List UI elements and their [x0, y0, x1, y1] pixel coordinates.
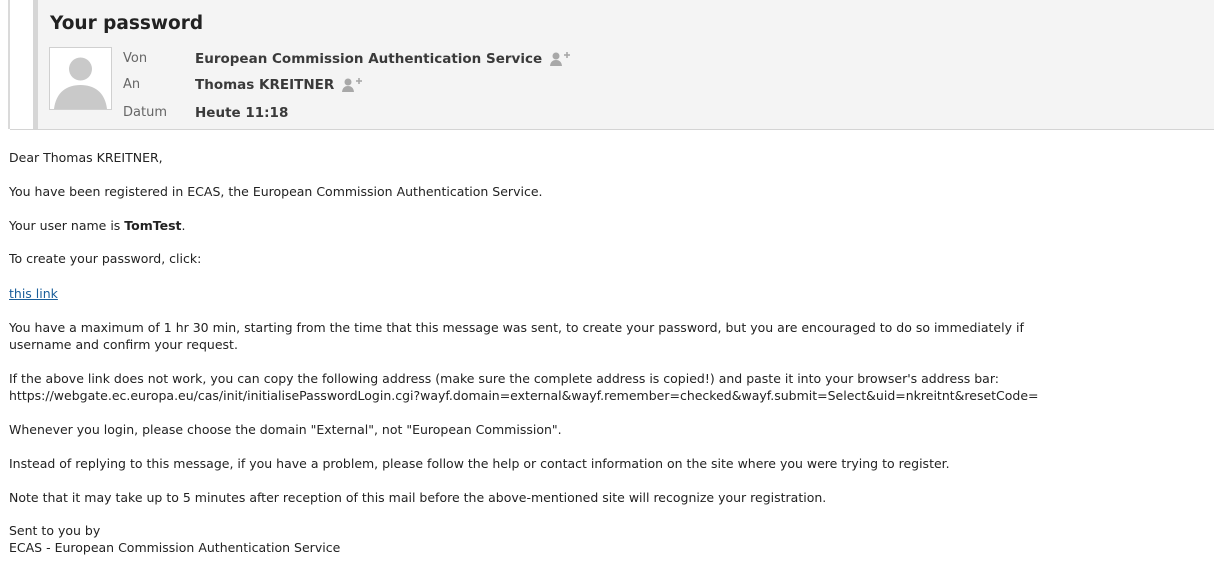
max-time-line-1: You have a maximum of 1 hr 30 min, start… [9, 320, 1024, 335]
left-rule [8, 0, 10, 129]
email-subject: Your password [50, 13, 204, 34]
to-field: Thomas KREITNER [195, 77, 363, 93]
email-header: Your password Von European Commission Au… [0, 0, 1214, 130]
username-prefix: Your user name is [9, 218, 125, 233]
add-contact-icon[interactable] [549, 51, 571, 67]
to-label: An [123, 77, 141, 92]
username: TomTest [124, 218, 182, 233]
signature: ECAS - European Commission Authenticatio… [9, 540, 341, 555]
create-password-prompt: To create your password, click: [9, 251, 202, 266]
create-password-link-line: this link [9, 286, 58, 301]
registered-text: You have been registered in ECAS, the Eu… [9, 184, 543, 199]
copy-address-instruction: If the above link does not work, you can… [9, 371, 999, 386]
email-body: Dear Thomas KREITNER, You have been regi… [9, 130, 1214, 576]
recipient-name[interactable]: Thomas KREITNER [195, 77, 334, 93]
create-password-link[interactable]: this link [9, 286, 58, 301]
email-view: Your password Von European Commission Au… [0, 0, 1214, 576]
add-contact-icon[interactable] [341, 77, 363, 93]
username-line: Your user name is TomTest. [9, 218, 186, 233]
username-suffix: . [181, 218, 186, 233]
sender-name[interactable]: European Commission Authentication Servi… [195, 51, 542, 67]
password-reset-url[interactable]: https://webgate.ec.europa.eu/cas/init/in… [9, 388, 1039, 403]
greeting: Dear Thomas KREITNER, [9, 150, 163, 165]
delay-note: Note that it may take up to 5 minutes af… [9, 490, 827, 505]
from-field: European Commission Authentication Servi… [195, 51, 571, 67]
date-value: Heute 11:18 [195, 105, 289, 121]
person-silhouette-icon [50, 48, 111, 109]
sender-avatar [49, 47, 112, 110]
domain-note: Whenever you login, please choose the do… [9, 422, 562, 437]
from-label: Von [123, 51, 148, 66]
reply-note: Instead of replying to this message, if … [9, 456, 950, 471]
max-time-line-2: username and confirm your request. [9, 337, 238, 352]
sent-by-label: Sent to you by [9, 523, 101, 538]
date-label: Datum [123, 105, 167, 120]
